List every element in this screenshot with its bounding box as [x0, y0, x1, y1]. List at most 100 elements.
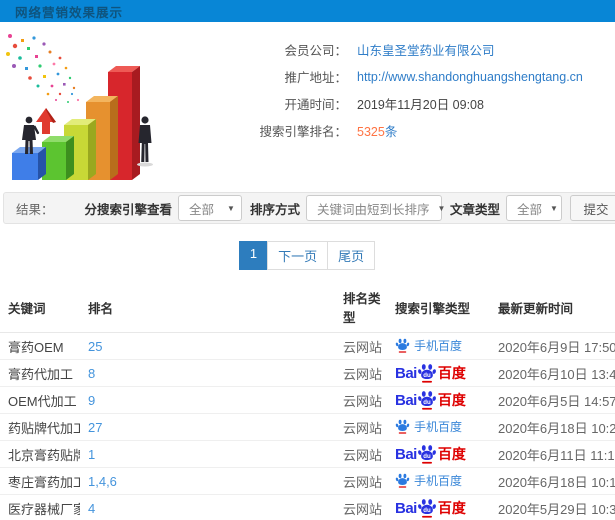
article-type-filter-label: 文章类型 — [449, 202, 500, 217]
baidu-logo: Bai du 百度 — [395, 498, 466, 518]
result-label: 结果： — [16, 202, 54, 217]
engine-select-value: 全部 — [188, 202, 214, 217]
article-type-select[interactable]: 全部 ▼ — [506, 195, 562, 221]
table-row: 北京膏药贴牌 1 云网站 Bai du 百度 2020年6月11日 11:18 — [0, 440, 615, 468]
keyword-cell: 膏药OEM — [0, 332, 80, 360]
engine-cell: 手机百度 — [387, 332, 490, 360]
keyword-cell: 北京膏药贴牌 — [0, 440, 80, 468]
rank-count: 5325 — [357, 125, 385, 139]
rank-link[interactable]: 25 — [88, 339, 102, 354]
svg-text:du: du — [423, 454, 431, 460]
updated-cell: 2020年6月10日 13:40 — [490, 359, 615, 387]
mobile-baidu-badge: 手机百度 — [395, 337, 462, 354]
rank-type-cell: 云网站 — [335, 494, 387, 520]
baidu-paw-icon: du — [417, 391, 436, 410]
engine-select[interactable]: 全部 ▼ — [177, 195, 242, 221]
svg-text:du: du — [423, 508, 431, 514]
submit-button[interactable]: 提交 — [570, 195, 615, 221]
updated-cell: 2020年6月18日 10:25 — [490, 413, 615, 441]
table-header-row: 关键词 排名 排名类型 搜索引擎类型 最新更新时间 — [0, 282, 615, 333]
rank-link[interactable]: 4 — [88, 501, 95, 516]
baidu-paw-icon — [395, 419, 410, 434]
baidu-logo-bai: Bai — [395, 499, 417, 517]
rank-cell: 8 — [80, 359, 335, 387]
baidu-logo: Bai du 百度 — [395, 363, 466, 383]
header-keyword: 关键词 — [0, 282, 80, 333]
account-summary: 会员公司： 山东皇圣堂药业有限公司 推广地址： http://www.shand… — [0, 22, 615, 188]
baidu-logo-hanzi: 百度 — [437, 500, 466, 516]
svg-text:du: du — [423, 373, 431, 379]
keyword-cell: 枣庄膏药加工 — [0, 467, 80, 495]
results-table-body: 膏药OEM 25 云网站 手机百度 2020年6月9日 17:50 膏药代加工 8 云网站 Ba… — [0, 332, 615, 520]
engine-rank-value: 5325条 — [357, 121, 397, 140]
pagination: 1 下一页 尾页 — [0, 241, 615, 270]
sort-select[interactable]: 关键词由短到长排序 ▼ — [305, 195, 445, 221]
keyword-cell: 药贴牌代加工 — [0, 413, 80, 441]
filter-controls: 分搜索引擎查看 全部 ▼ 排序方式 关键词由短到长排序 ▼ 文章类型 全部 ▼ … — [76, 195, 615, 221]
engine-rank-row: 搜索引擎排名： 5325条 — [185, 117, 583, 144]
next-page-button[interactable]: 下一页 — [267, 241, 329, 270]
rank-link[interactable]: 8 — [88, 366, 95, 381]
account-info-list: 会员公司： 山东皇圣堂药业有限公司 推广地址： http://www.shand… — [185, 30, 583, 188]
keyword-cell: 医疗器械厂家 — [0, 494, 80, 520]
mobile-baidu-label: 手机百度 — [414, 338, 463, 353]
rank-type-cell: 云网站 — [335, 440, 387, 468]
table-row: 枣庄膏药加工 1,4,6 云网站 手机百度 2020年6月18日 10:19 — [0, 467, 615, 495]
baidu-logo-bai: Bai — [395, 445, 417, 463]
sort-filter-label: 排序方式 — [249, 202, 300, 217]
rank-cell: 25 — [80, 332, 335, 360]
rank-cell: 1 — [80, 440, 335, 468]
svg-text:du: du — [423, 400, 431, 406]
mobile-baidu-badge: 手机百度 — [395, 472, 462, 489]
sort-select-value: 关键词由短到长排序 — [316, 202, 430, 217]
table-row: 膏药代加工 8 云网站 Bai du 百度 2020年6月10日 13:40 — [0, 359, 615, 387]
app-header: 网络营销效果展示 — [0, 0, 615, 22]
rank-cell: 9 — [80, 386, 335, 414]
rank-type-cell: 云网站 — [335, 332, 387, 360]
rank-link[interactable]: 9 — [88, 393, 95, 408]
updated-cell: 2020年6月11日 11:18 — [490, 440, 615, 468]
rank-link[interactable]: 1 — [88, 447, 95, 462]
company-label: 会员公司： — [284, 44, 347, 58]
keyword-cell: OEM代加工 — [0, 386, 80, 414]
promo-url-link[interactable]: http://www.shandonghuangshengtang.cn — [357, 70, 583, 84]
chevron-down-icon: ▼ — [437, 203, 446, 213]
header-updated: 最新更新时间 — [490, 282, 615, 333]
engine-rank-label: 搜索引擎排名： — [259, 125, 347, 139]
chevron-down-icon: ▼ — [550, 203, 558, 213]
up-arrow-icon — [36, 108, 56, 134]
rank-unit: 条 — [384, 125, 398, 139]
company-link[interactable]: 山东皇圣堂药业有限公司 — [357, 40, 495, 59]
baidu-logo-hanzi: 百度 — [437, 446, 466, 462]
results-table: 关键词 排名 排名类型 搜索引擎类型 最新更新时间 膏药OEM 25 云网站 手机百度… — [0, 282, 615, 520]
rank-link[interactable]: 1,4,6 — [88, 474, 117, 489]
engine-filter-label: 分搜索引擎查看 — [84, 202, 172, 217]
open-time-value: 2019年11月20日 09:08 — [357, 98, 484, 112]
page-1-button[interactable]: 1 — [238, 241, 269, 270]
table-row: 膏药OEM 25 云网站 手机百度 2020年6月9日 17:50 — [0, 332, 615, 360]
header-rank: 排名 — [80, 282, 335, 333]
table-row: OEM代加工 9 云网站 Bai du 百度 2020年6月5日 14:57 — [0, 386, 615, 414]
baidu-logo-hanzi: 百度 — [437, 365, 466, 381]
article-type-select-value: 全部 — [517, 202, 543, 217]
rank-type-cell: 云网站 — [335, 413, 387, 441]
company-row: 会员公司： 山东皇圣堂药业有限公司 — [185, 36, 583, 63]
baidu-paw-icon — [395, 338, 410, 353]
page: 网络营销效果展示 会员公司： 山东皇圣堂药业有限公司 推广地址： http://… — [0, 0, 615, 520]
baidu-paw-icon — [395, 473, 410, 488]
updated-cell: 2020年6月5日 14:57 — [490, 386, 615, 414]
header-rank-type: 排名类型 — [335, 282, 387, 333]
baidu-paw-icon: du — [417, 445, 436, 464]
open-time-row: 开通时间： 2019年11月20日 09:08 — [185, 90, 583, 117]
header-engine-type: 搜索引擎类型 — [387, 282, 490, 333]
last-page-button[interactable]: 尾页 — [327, 241, 376, 270]
engine-cell: Bai du 百度 — [387, 494, 490, 520]
baidu-logo-bai: Bai — [395, 391, 417, 409]
growth-chart-illustration — [6, 34, 153, 180]
updated-cell: 2020年5月29日 10:32 — [490, 494, 615, 520]
chevron-down-icon: ▼ — [227, 203, 235, 213]
table-row: 医疗器械厂家 4 云网站 Bai du 百度 2020年5月29日 10:32 — [0, 494, 615, 520]
open-time-label: 开通时间： — [284, 98, 347, 112]
rank-type-cell: 云网站 — [335, 359, 387, 387]
rank-link[interactable]: 27 — [88, 420, 102, 435]
